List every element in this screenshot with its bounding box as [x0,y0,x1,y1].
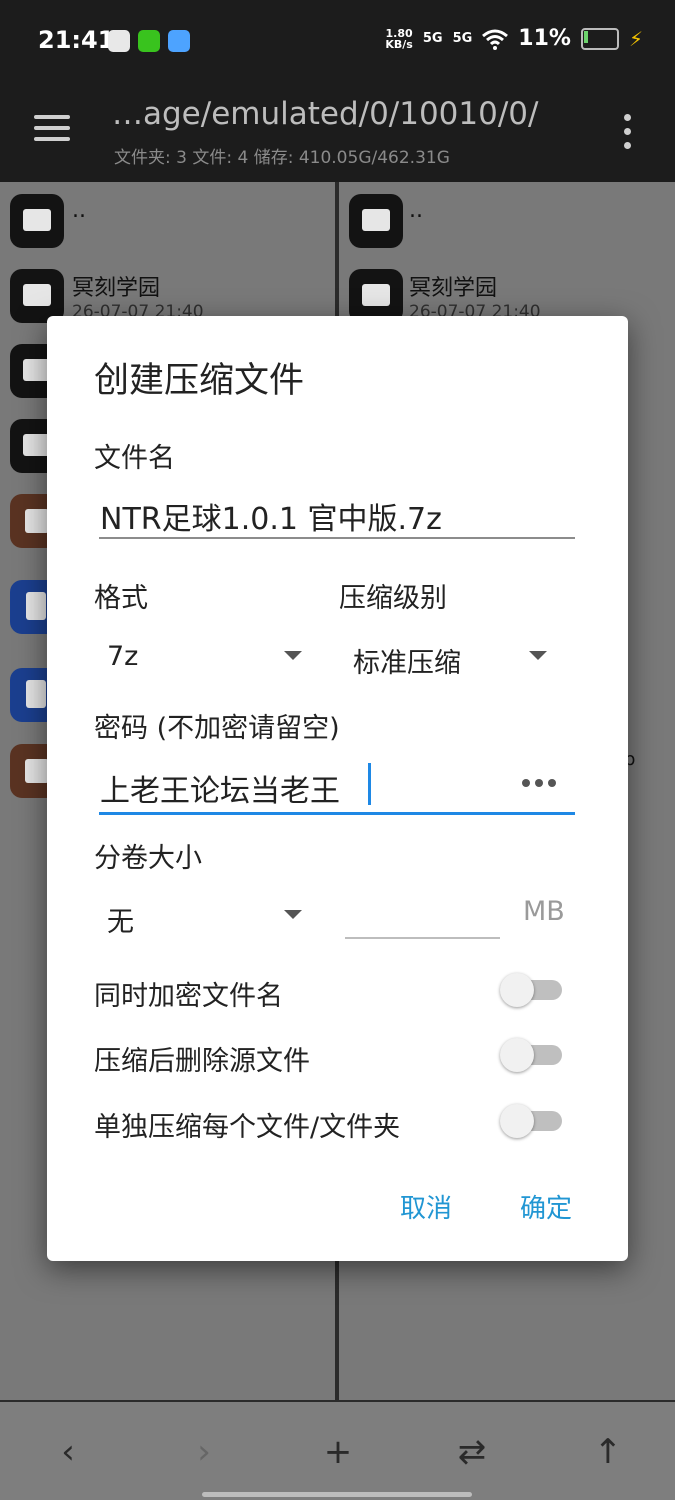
delete-source-toggle[interactable] [500,1036,564,1072]
show-password-icon[interactable] [522,779,556,789]
chevron-down-icon[interactable] [529,651,547,660]
chevron-down-icon[interactable] [284,651,302,660]
cancel-button[interactable]: 取消 [400,1188,452,1225]
up-directory-icon[interactable]: ↑ [578,1424,638,1480]
chevron-down-icon[interactable] [284,910,302,919]
split-size-input[interactable] [345,937,500,939]
wifi-icon [482,29,509,50]
split-size-select[interactable]: 无 [107,900,134,939]
kook-notification-icon [138,30,160,52]
storage-info: 文件夹: 3 文件: 4 储存: 410.05G/462.31G [114,148,450,168]
encrypt-filenames-toggle[interactable] [500,971,564,1007]
create-archive-dialog: 创建压缩文件 文件名 NTR足球1.0.1 官中版.7z 格式 压缩级别 7z … [47,316,628,1261]
parent-folder-label[interactable]: .. [72,198,86,223]
parent-folder-label[interactable]: .. [409,198,423,223]
delete-source-label: 压缩后删除源文件 [94,1046,310,1077]
notification-icons [108,30,190,52]
folder-icon[interactable] [349,269,403,323]
compression-level-label: 压缩级别 [339,583,447,614]
text-cursor [368,763,371,805]
separate-archives-toggle[interactable] [500,1102,564,1138]
app-notification-icon [108,30,130,52]
folder-icon[interactable] [10,194,64,248]
cloud-notification-icon [168,30,190,52]
signal-5g-2: 5G [452,31,473,46]
swap-panels-icon[interactable]: ⇄ [442,1424,502,1480]
split-unit-label: MB [523,896,565,927]
format-label: 格式 [94,583,148,614]
file-name[interactable]: 冥刻学园 [72,270,160,302]
folder-icon[interactable] [10,269,64,323]
network-speed: 1.80 KB/s [385,26,413,51]
hamburger-menu-icon[interactable] [34,115,70,141]
gesture-handle[interactable] [202,1492,472,1497]
filename-label: 文件名 [94,443,175,474]
status-bar: 21:41 1.80 KB/s 5G 5G 11% ⚡ [0,0,675,82]
charging-icon: ⚡ [628,26,643,51]
split-size-label: 分卷大小 [94,843,202,874]
password-label: 密码 (不加密请留空) [94,713,340,744]
format-select[interactable]: 7z [107,641,138,672]
battery-icon [580,27,619,50]
status-time: 21:41 [38,26,115,54]
forward-arrow-icon[interactable]: › [174,1424,234,1480]
folder-icon[interactable] [349,194,403,248]
encrypt-filenames-label: 同时加密文件名 [94,981,283,1012]
password-input[interactable]: 上老王论坛当老王 [100,766,340,810]
signal-5g-1: 5G [422,31,443,46]
current-path: …age/emulated/0/10010/0/ [112,96,539,132]
add-icon[interactable]: + [308,1424,368,1480]
filename-input[interactable]: NTR足球1.0.1 官中版.7z [100,494,442,538]
file-name[interactable]: 冥刻学园 [409,270,497,302]
status-indicators: 1.80 KB/s 5G 5G 11% ⚡ [385,26,643,51]
compression-level-select[interactable]: 标准压缩 [353,641,461,680]
dialog-title: 创建压缩文件 [94,361,305,401]
separate-archives-label: 单独压缩每个文件/文件夹 [94,1112,401,1143]
battery-percent: 11% [518,26,571,51]
ok-button[interactable]: 确定 [520,1188,572,1225]
back-arrow-icon[interactable]: ‹ [38,1424,98,1480]
more-options-icon[interactable] [624,114,632,150]
filename-underline [99,537,575,539]
password-underline [99,812,575,815]
